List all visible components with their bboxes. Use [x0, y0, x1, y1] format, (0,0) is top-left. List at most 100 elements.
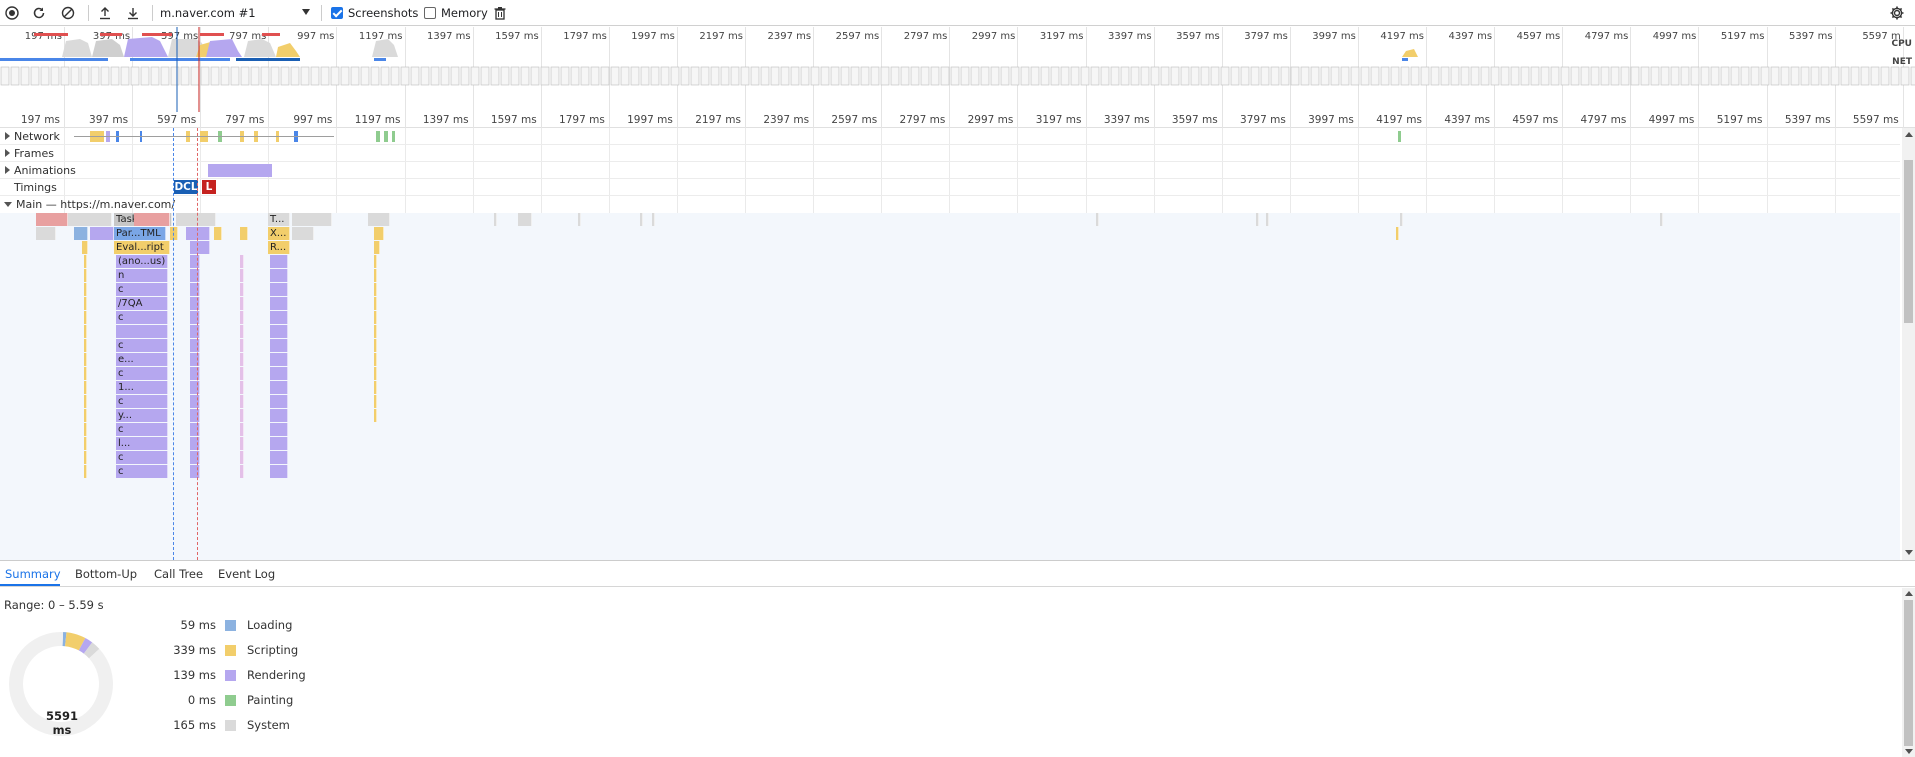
screenshot-thumbnail[interactable]	[1750, 66, 1760, 86]
flame-event[interactable]	[240, 297, 244, 310]
screenshot-thumbnail[interactable]	[1250, 66, 1260, 86]
screenshot-thumbnail[interactable]	[220, 66, 230, 86]
flame-event[interactable]	[190, 311, 200, 324]
flame-event[interactable]	[240, 283, 244, 296]
flame-event[interactable]	[190, 325, 200, 338]
screenshot-thumbnail[interactable]	[1150, 66, 1160, 86]
screenshot-thumbnail[interactable]	[1620, 66, 1630, 86]
screenshot-thumbnail[interactable]	[530, 66, 540, 86]
flame-event[interactable]	[190, 255, 200, 268]
screenshot-thumbnail[interactable]	[520, 66, 530, 86]
screenshot-thumbnail[interactable]	[870, 66, 880, 86]
animations-track-label[interactable]: Animations	[0, 164, 76, 177]
function-call[interactable]	[116, 325, 168, 338]
flame-chart-scrollbar[interactable]	[1902, 128, 1915, 560]
screenshot-thumbnail[interactable]	[1050, 66, 1060, 86]
screenshot-thumbnail[interactable]	[1840, 66, 1850, 86]
flame-event[interactable]	[190, 465, 200, 478]
load-profile-button[interactable]	[95, 3, 115, 23]
screenshot-thumbnail[interactable]	[670, 66, 680, 86]
screenshot-thumbnail[interactable]	[400, 66, 410, 86]
flame-event[interactable]	[374, 297, 377, 310]
screenshot-thumbnail[interactable]	[770, 66, 780, 86]
screenshot-thumbnail[interactable]	[1560, 66, 1570, 86]
scrollbar-thumb[interactable]	[1904, 600, 1913, 746]
screenshot-thumbnail[interactable]	[1900, 66, 1910, 86]
screenshot-thumbnail[interactable]	[1090, 66, 1100, 86]
network-request-bar[interactable]	[1398, 131, 1401, 142]
flame-event[interactable]	[190, 423, 200, 436]
screenshot-thumbnail[interactable]	[260, 66, 270, 86]
screenshot-thumbnail[interactable]	[270, 66, 280, 86]
flame-event[interactable]	[270, 269, 288, 282]
screenshot-thumbnail[interactable]	[1270, 66, 1280, 86]
screenshot-thumbnail[interactable]	[1000, 66, 1010, 86]
screenshot-thumbnail[interactable]	[890, 66, 900, 86]
screenshot-thumbnail[interactable]	[640, 66, 650, 86]
flame-event[interactable]	[84, 423, 87, 436]
evaluate-script-event[interactable]: Eval...ript	[114, 241, 170, 254]
screenshot-thumbnail[interactable]	[1910, 66, 1915, 86]
screenshot-thumbnail[interactable]	[40, 66, 50, 86]
screenshot-thumbnail[interactable]	[450, 66, 460, 86]
flame-event[interactable]	[240, 325, 244, 338]
screenshot-thumbnail[interactable]	[1020, 66, 1030, 86]
screenshot-thumbnail[interactable]	[970, 66, 980, 86]
screenshot-thumbnail[interactable]	[1590, 66, 1600, 86]
flame-event[interactable]	[270, 283, 288, 296]
screenshot-thumbnail[interactable]	[360, 66, 370, 86]
screenshot-thumbnail[interactable]	[960, 66, 970, 86]
screenshot-thumbnail[interactable]	[1700, 66, 1710, 86]
screenshot-thumbnail[interactable]	[1340, 66, 1350, 86]
screenshot-thumbnail[interactable]	[500, 66, 510, 86]
flame-event[interactable]	[190, 437, 200, 450]
flame-event[interactable]	[374, 227, 384, 240]
screenshot-thumbnail[interactable]	[1110, 66, 1120, 86]
task-block[interactable]	[578, 213, 581, 226]
screenshot-thumbnail[interactable]	[1880, 66, 1890, 86]
flame-event[interactable]	[270, 367, 288, 380]
screenshot-thumbnail[interactable]	[1660, 66, 1670, 86]
flame-event[interactable]	[190, 353, 200, 366]
function-call[interactable]: /7QA	[116, 297, 168, 310]
flame-event[interactable]	[270, 465, 288, 478]
flame-event[interactable]	[170, 227, 178, 240]
flame-event[interactable]	[240, 227, 248, 240]
flame-event[interactable]	[270, 325, 288, 338]
flame-event[interactable]	[240, 423, 244, 436]
scroll-down-icon[interactable]	[1905, 749, 1913, 754]
screenshot-thumbnail[interactable]	[1680, 66, 1690, 86]
screenshot-thumbnail[interactable]	[50, 66, 60, 86]
flame-event[interactable]	[374, 409, 377, 422]
screenshot-thumbnail[interactable]	[600, 66, 610, 86]
screenshot-thumbnail[interactable]	[90, 66, 100, 86]
capture-settings-button[interactable]	[1887, 3, 1907, 23]
screenshot-thumbnail[interactable]	[1870, 66, 1880, 86]
flame-event[interactable]	[186, 227, 210, 240]
screenshot-thumbnail[interactable]	[70, 66, 80, 86]
task-block[interactable]: T...	[268, 213, 290, 226]
task-block[interactable]	[176, 213, 216, 226]
screenshot-thumbnail[interactable]	[1780, 66, 1790, 86]
screenshot-thumbnail[interactable]	[910, 66, 920, 86]
flame-event[interactable]	[82, 241, 88, 254]
screenshot-thumbnail[interactable]	[940, 66, 950, 86]
screenshot-thumbnail[interactable]	[130, 66, 140, 86]
screenshot-thumbnail[interactable]	[280, 66, 290, 86]
screenshot-thumbnail[interactable]	[1510, 66, 1520, 86]
screenshot-thumbnail[interactable]	[440, 66, 450, 86]
screenshot-thumbnail[interactable]	[1410, 66, 1420, 86]
flame-event[interactable]	[240, 269, 244, 282]
screenshot-thumbnail[interactable]	[1160, 66, 1170, 86]
screenshot-thumbnail[interactable]	[1300, 66, 1310, 86]
flame-event[interactable]	[240, 339, 244, 352]
screenshot-thumbnail[interactable]	[1380, 66, 1390, 86]
flame-event[interactable]	[270, 255, 288, 268]
flame-event[interactable]	[374, 381, 377, 394]
flame-event[interactable]	[190, 451, 200, 464]
flame-event[interactable]	[240, 451, 244, 464]
screenshot-thumbnail[interactable]	[1390, 66, 1400, 86]
screenshot-thumbnail[interactable]	[20, 66, 30, 86]
screenshot-thumbnail[interactable]	[620, 66, 630, 86]
function-call[interactable]: c	[116, 395, 168, 408]
